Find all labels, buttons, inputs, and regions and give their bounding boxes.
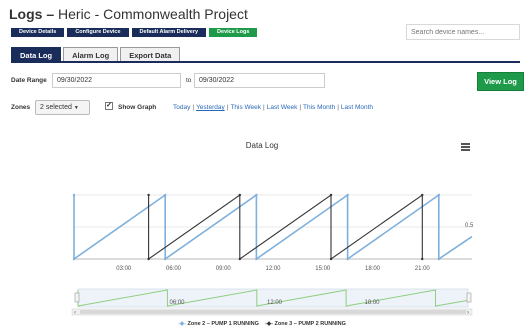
data-point xyxy=(437,257,441,261)
chart-navigator: 06:00 12:00 18:00 ‹ › xyxy=(71,288,473,316)
scroll-left-arrow-icon: ‹ xyxy=(74,310,76,316)
data-point xyxy=(421,257,424,261)
chart-legend: -◆- Zone 2 – PUMP 1 RUNNING -◆- Zone 3 –… xyxy=(0,321,524,327)
legend-zone3[interactable]: Zone 3 – PUMP 2 RUNNING xyxy=(275,321,346,327)
data-point xyxy=(255,193,258,197)
data-point xyxy=(147,193,150,197)
x-tick-label: 12:00 xyxy=(265,266,281,272)
navigator-tick-label: 06:00 xyxy=(170,300,186,306)
data-point xyxy=(147,257,150,261)
scroll-right-arrow-icon: › xyxy=(467,310,469,316)
x-tick-label: 21:00 xyxy=(415,266,431,272)
navigator-tick-label: 18:00 xyxy=(365,300,381,306)
x-tick-label: 09:00 xyxy=(216,266,232,272)
data-point xyxy=(238,193,242,197)
data-point xyxy=(437,193,441,197)
navigator-left-handle-icon xyxy=(74,292,80,303)
data-point xyxy=(72,193,76,197)
data-point xyxy=(238,257,242,261)
legend-zone2[interactable]: Zone 2 – PUMP 1 RUNNING xyxy=(188,321,259,327)
navigator-scroll-thumb xyxy=(80,310,466,314)
data-point xyxy=(346,257,349,261)
data-point xyxy=(421,193,424,197)
navigator-right-handle-icon xyxy=(466,292,472,303)
legend-marker-zone3-icon: -◆- xyxy=(265,321,273,327)
x-tick-label: 03:00 xyxy=(116,266,132,272)
y-tick-right: 0.5 xyxy=(465,223,474,229)
data-point xyxy=(329,257,333,261)
data-point xyxy=(72,257,76,261)
navigator-tick-label: 12:00 xyxy=(267,300,283,306)
data-point xyxy=(255,257,258,261)
x-tick-label: 06:00 xyxy=(166,266,182,272)
data-log-chart: 03:00 06:00 09:00 12:00 15:00 18:00 21:00 0.5 … xyxy=(71,193,474,316)
data-point xyxy=(164,193,167,197)
chart-grid xyxy=(74,194,472,260)
x-tick-label: 18:00 xyxy=(365,266,381,272)
data-point xyxy=(329,193,333,197)
x-tick-label: 15:00 xyxy=(315,266,331,272)
legend-marker-zone2-icon: -◆- xyxy=(178,321,186,327)
data-point xyxy=(164,257,167,261)
x-axis-ticks: 03:00 06:00 09:00 12:00 15:00 18:00 21:00 xyxy=(116,266,430,272)
data-point xyxy=(346,193,349,197)
